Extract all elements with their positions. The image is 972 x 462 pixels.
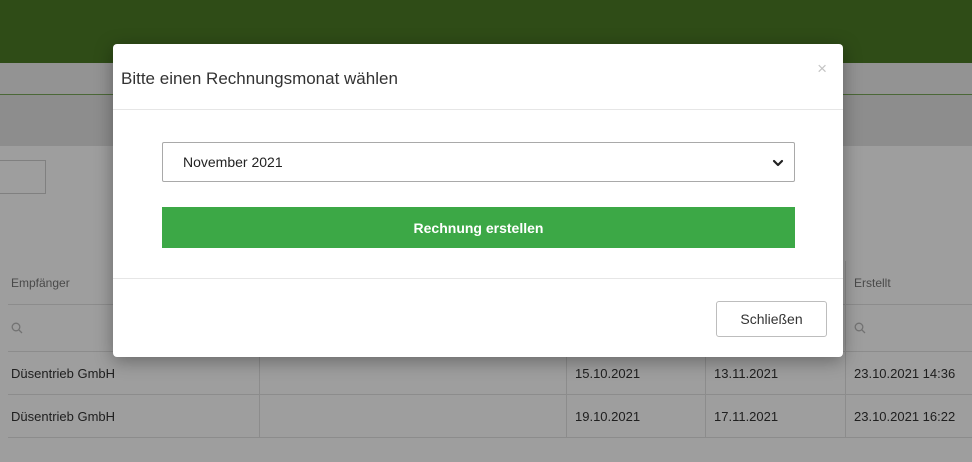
close-button[interactable]: Schließen <box>716 301 827 337</box>
dialog-title: Bitte einen Rechnungsmonat wählen <box>121 69 398 88</box>
invoice-month-dialog: Bitte einen Rechnungsmonat wählen × Nove… <box>113 44 843 357</box>
month-select[interactable]: November 2021 <box>162 142 795 182</box>
close-icon[interactable]: × <box>817 60 827 77</box>
dialog-footer: Schließen <box>113 278 843 357</box>
create-invoice-button[interactable]: Rechnung erstellen <box>162 207 795 248</box>
dialog-header: Bitte einen Rechnungsmonat wählen × <box>113 44 843 110</box>
chevron-down-icon <box>772 156 784 172</box>
month-select-value: November 2021 <box>183 154 283 170</box>
